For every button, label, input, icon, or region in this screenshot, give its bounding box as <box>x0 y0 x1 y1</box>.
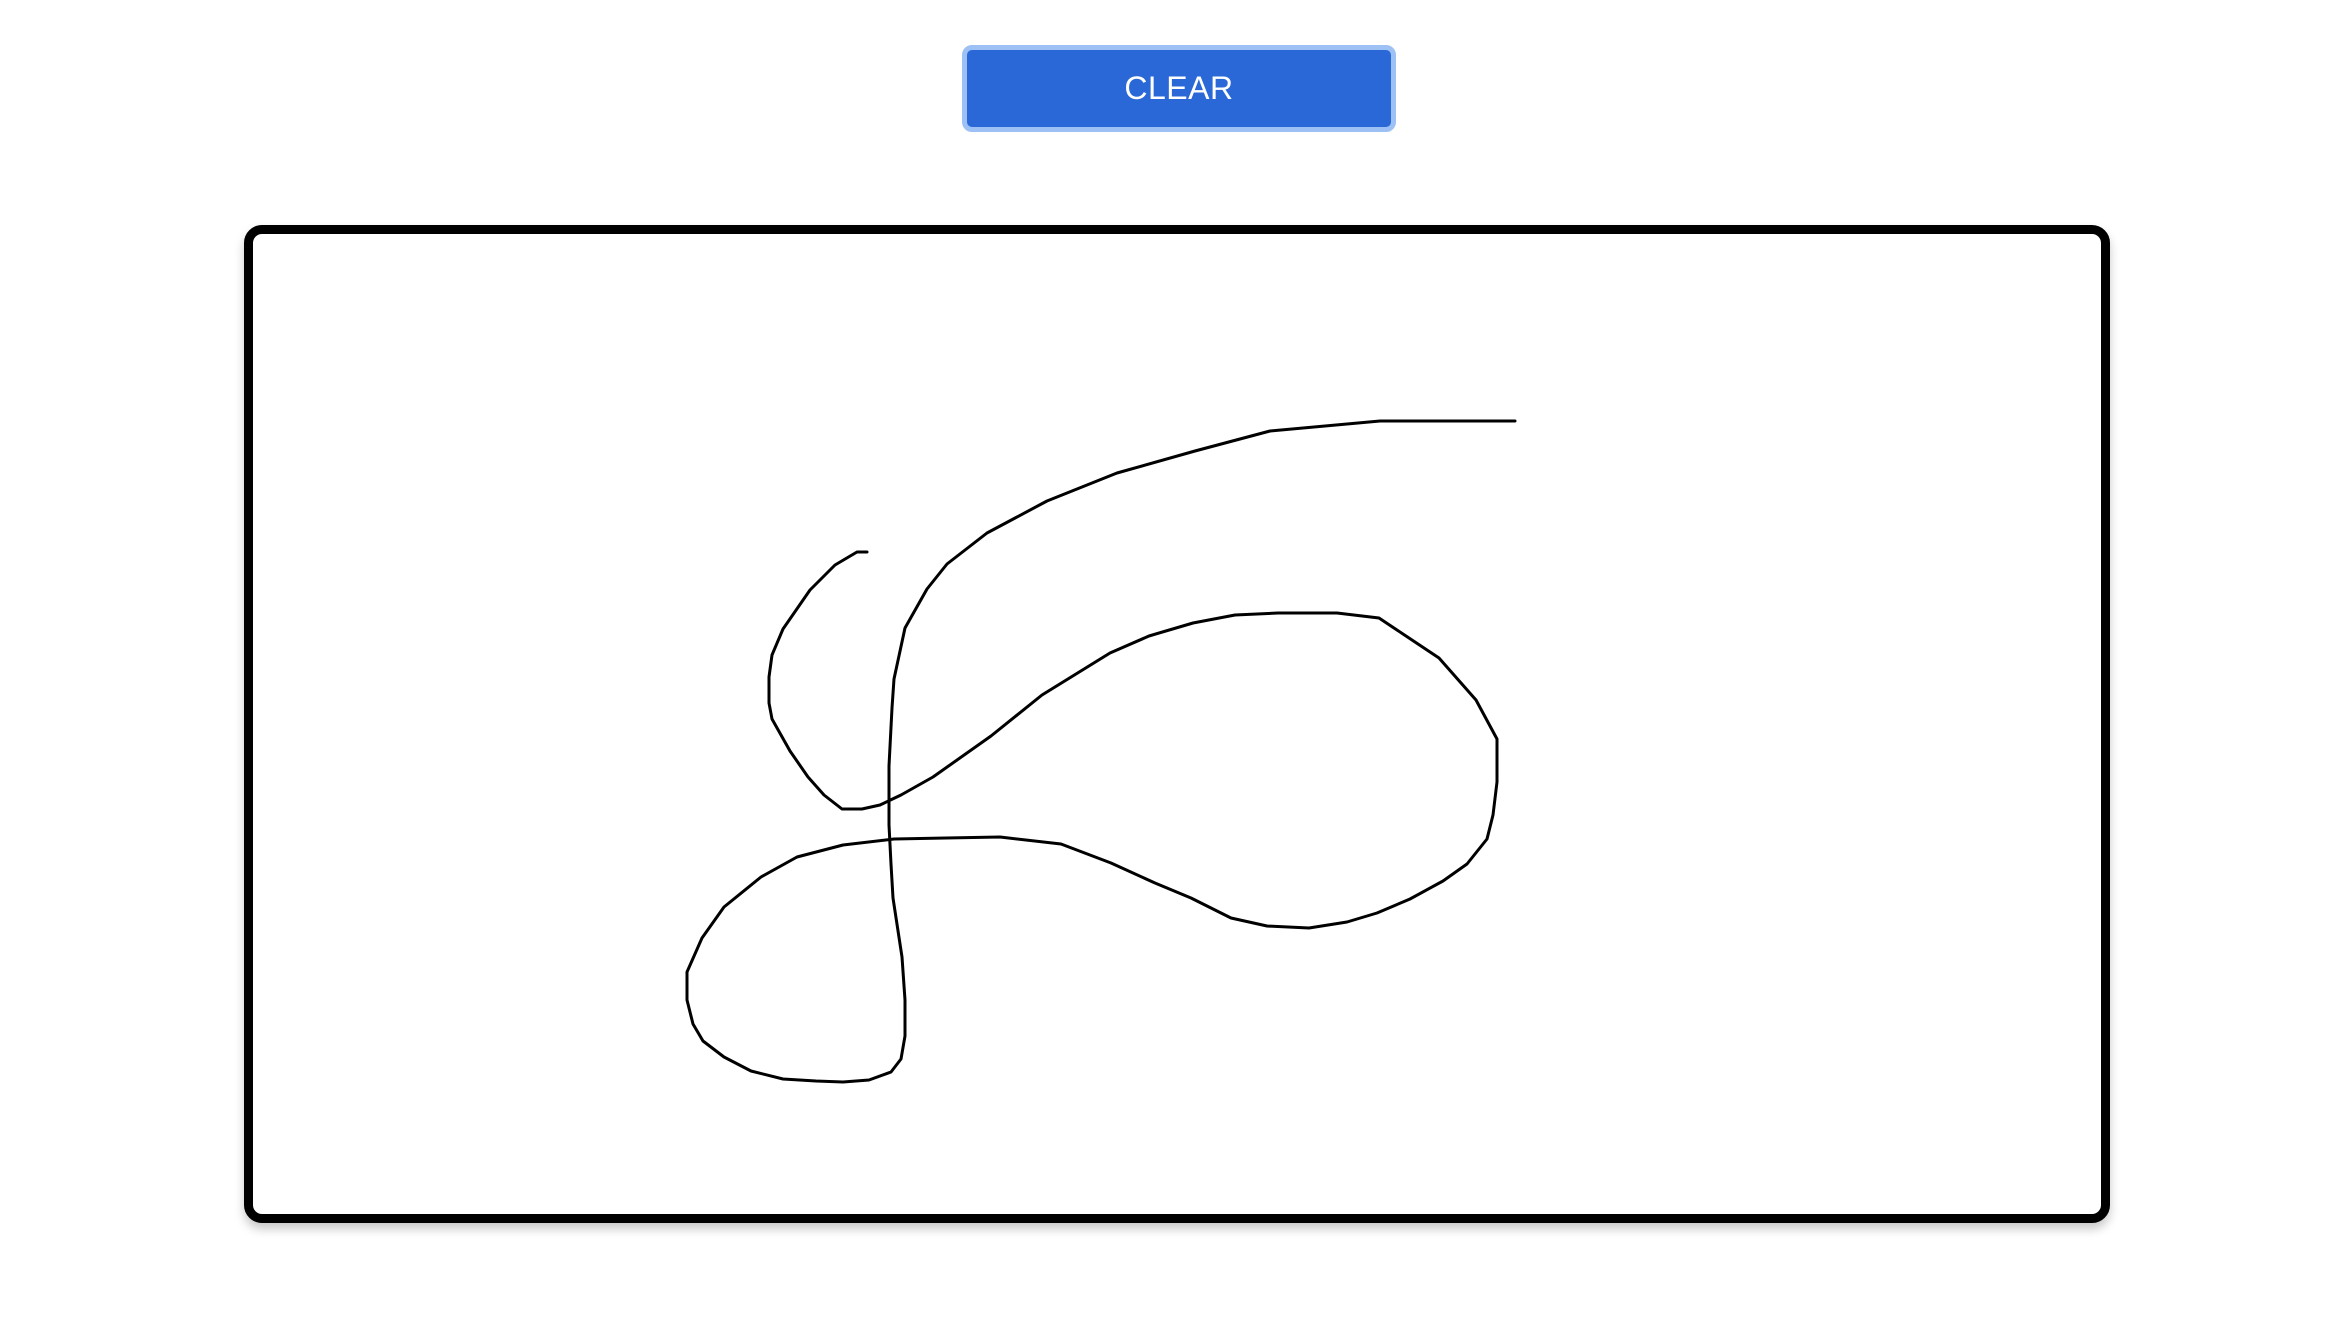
drawn-stroke <box>685 419 1517 1084</box>
drawing-surface <box>685 419 1517 1084</box>
clear-button[interactable]: CLEAR <box>962 45 1396 132</box>
drawing-canvas[interactable] <box>244 225 2110 1223</box>
drawing-page: CLEAR <box>0 0 2338 1326</box>
